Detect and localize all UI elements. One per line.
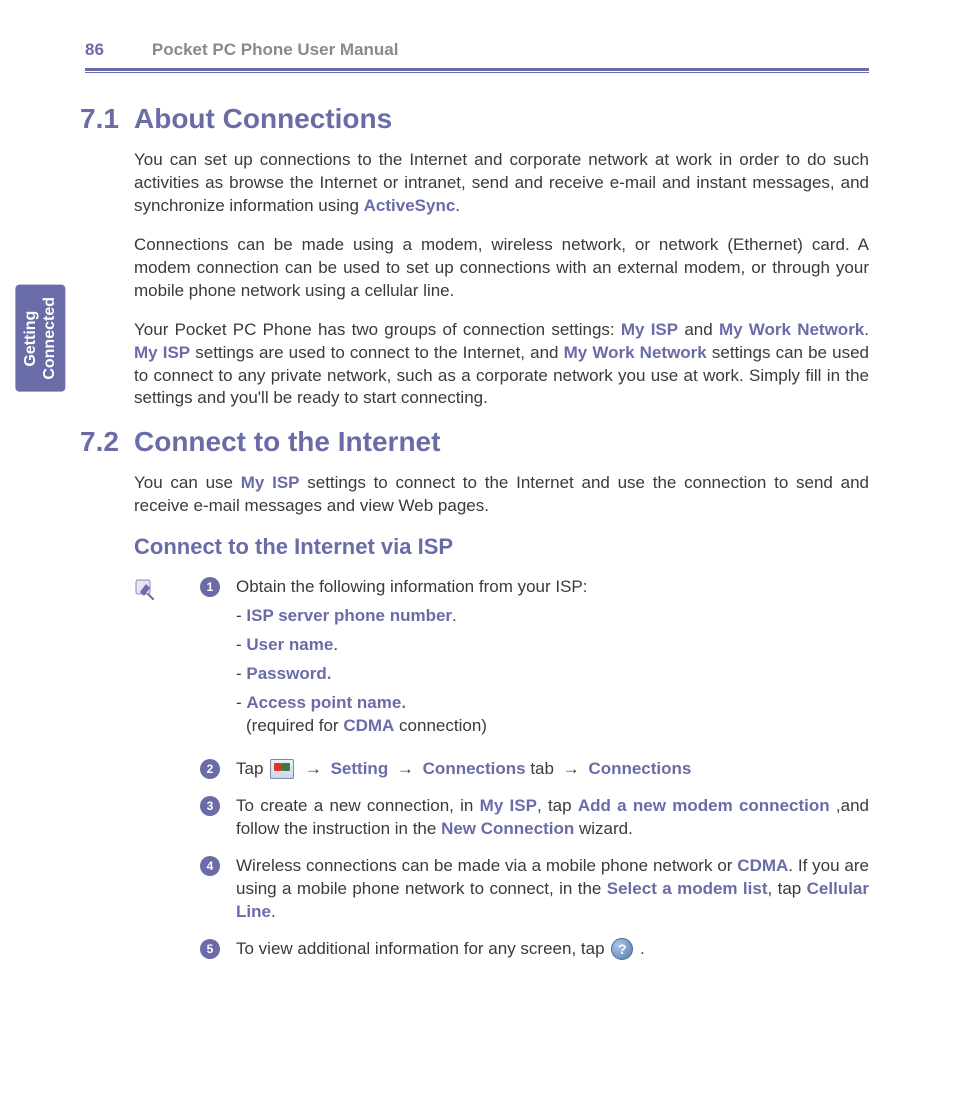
step-number-badge: 3 xyxy=(200,796,220,816)
body-paragraph: Connections can be made using a modem, w… xyxy=(134,234,869,303)
arrow-separator: → xyxy=(300,759,326,778)
step-number-badge: 1 xyxy=(200,577,220,597)
text-run: . xyxy=(271,902,276,921)
step-item: 4 Wireless connections can be made via a… xyxy=(200,855,869,924)
highlight-term: My ISP xyxy=(621,320,678,339)
procedure-icon xyxy=(134,578,156,600)
highlight-term: Access point name. xyxy=(246,693,406,712)
highlight-term: My ISP xyxy=(134,343,190,362)
sub-list-item: - User name. xyxy=(236,634,869,657)
step-item: 3 To create a new connection, in My ISP,… xyxy=(200,795,869,841)
step-body: Tap → Setting → Connections tab → Connec… xyxy=(236,758,869,781)
step-item: 1 Obtain the following information from … xyxy=(200,576,869,744)
sub-heading: Connect to the Internet via ISP xyxy=(134,534,869,560)
step-item: 5 To view additional information for any… xyxy=(200,938,869,961)
highlight-term: CDMA xyxy=(737,856,788,875)
chapter-tab-line2: Connected xyxy=(41,297,58,380)
sub-list-item: - ISP server phone number. xyxy=(236,605,869,628)
body-paragraph: You can use My ISP settings to connect t… xyxy=(134,472,869,518)
header-rule xyxy=(85,68,869,73)
text-run: You can use xyxy=(134,473,241,492)
text-run: . xyxy=(455,196,460,215)
text-run: You can set up connections to the Intern… xyxy=(134,150,869,215)
highlight-term: My Work Network xyxy=(564,343,707,362)
step-body: Obtain the following information from yo… xyxy=(236,576,869,744)
section-heading: 7.1 About Connections xyxy=(80,103,869,135)
text-run: and xyxy=(678,320,719,339)
text-run: settings are used to connect to the Inte… xyxy=(190,343,563,362)
text-run: connection) xyxy=(394,716,487,735)
text-run: wizard. xyxy=(574,819,633,838)
page-number: 86 xyxy=(85,40,104,60)
body-paragraph: You can set up connections to the Intern… xyxy=(134,149,869,218)
section-title: Connect to the Internet xyxy=(134,426,440,458)
highlight-term: CDMA xyxy=(343,716,394,735)
highlight-term: Connections xyxy=(423,759,526,778)
step-body: To view additional information for any s… xyxy=(236,938,869,961)
text-run: Obtain the following information from yo… xyxy=(236,577,588,596)
highlight-term: Setting xyxy=(331,759,389,778)
dash: - xyxy=(236,664,246,683)
highlight-term: My ISP xyxy=(241,473,300,492)
help-icon: ? xyxy=(611,938,633,960)
manual-title: Pocket PC Phone User Manual xyxy=(152,40,399,60)
section-number: 7.2 xyxy=(80,426,134,458)
text-run: . xyxy=(452,606,457,625)
step-body: Wireless connections can be made via a m… xyxy=(236,855,869,924)
dash: - xyxy=(236,635,246,654)
arrow-separator: → xyxy=(392,759,418,778)
step-number-badge: 4 xyxy=(200,856,220,876)
step-number-badge: 5 xyxy=(200,939,220,959)
highlight-term: Select a modem list xyxy=(607,879,768,898)
text-run: . xyxy=(333,635,338,654)
text-run: (required for xyxy=(246,716,343,735)
text-run: Wireless connections can be made via a m… xyxy=(236,856,737,875)
section-number: 7.1 xyxy=(80,103,134,135)
step-item: 2 Tap → Setting → Connections tab → Conn… xyxy=(200,758,869,781)
chapter-tab: Getting Connected xyxy=(15,285,65,392)
text-run: To create a new connection, in xyxy=(236,796,480,815)
highlight-term: Add a new modem connection xyxy=(578,796,830,815)
text-run: , tap xyxy=(537,796,578,815)
highlight-term: My ISP xyxy=(480,796,537,815)
page-content: 7.1 About Connections You can set up con… xyxy=(80,95,869,974)
highlight-term: ISP server phone number xyxy=(246,606,452,625)
highlight-term: ActiveSync xyxy=(364,196,456,215)
sub-list-item: - Access point name. (required for CDMA … xyxy=(236,692,869,738)
sub-list-item: - Password. xyxy=(236,663,869,686)
text-run: , tap xyxy=(768,879,807,898)
step-body: To create a new connection, in My ISP, t… xyxy=(236,795,869,841)
text-run: Your Pocket PC Phone has two groups of c… xyxy=(134,320,621,339)
sub-list: - ISP server phone number. - User name. … xyxy=(236,605,869,738)
text-run: Tap xyxy=(236,759,268,778)
text-run: To view additional information for any s… xyxy=(236,939,609,958)
section-title: About Connections xyxy=(134,103,392,135)
arrow-separator: → xyxy=(558,759,584,778)
page-header: 86 Pocket PC Phone User Manual xyxy=(85,40,869,66)
dash: - xyxy=(236,606,246,625)
highlight-term: Connections xyxy=(588,759,691,778)
step-number-badge: 2 xyxy=(200,759,220,779)
section-heading: 7.2 Connect to the Internet xyxy=(80,426,869,458)
chapter-tab-line1: Getting xyxy=(22,310,39,366)
text-run: . xyxy=(864,320,869,339)
body-paragraph: Your Pocket PC Phone has two groups of c… xyxy=(134,319,869,411)
steps-area: 1 Obtain the following information from … xyxy=(134,576,869,960)
highlight-term: User name xyxy=(246,635,333,654)
text-run: tab xyxy=(526,759,554,778)
highlight-term: Password. xyxy=(246,664,331,683)
dash: - xyxy=(236,693,246,712)
sub-note: (required for CDMA connection) xyxy=(246,715,869,738)
highlight-term: My Work Network xyxy=(719,320,864,339)
text-run: . xyxy=(635,939,644,958)
highlight-term: New Connection xyxy=(441,819,574,838)
start-menu-icon xyxy=(270,759,294,779)
